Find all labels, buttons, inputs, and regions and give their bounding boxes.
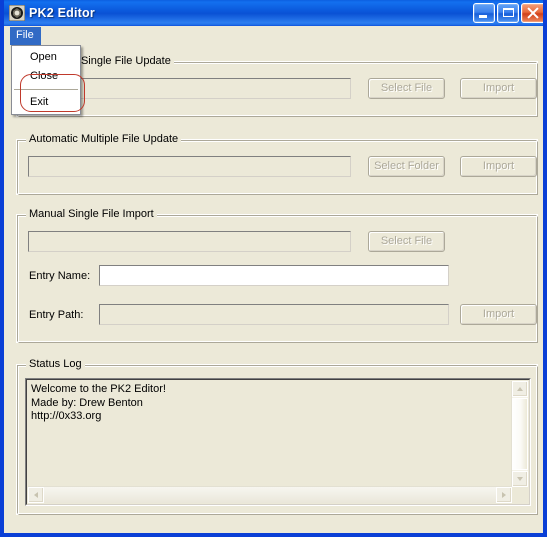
scroll-left-icon[interactable] xyxy=(28,487,44,503)
entry-path-input[interactable] xyxy=(99,304,449,325)
title-bar[interactable]: PK2 Editor xyxy=(4,0,543,26)
scroll-up-icon[interactable] xyxy=(512,381,528,397)
auto-single-select-file-button[interactable]: Select File xyxy=(368,78,445,99)
vertical-scroll-thumb[interactable] xyxy=(512,398,528,470)
scrollbar-corner xyxy=(512,487,528,503)
status-log-textarea[interactable]: Welcome to the PK2 Editor! Made by: Drew… xyxy=(25,378,531,506)
menubar-item-file[interactable]: File xyxy=(10,26,41,45)
menu-separator xyxy=(14,89,78,90)
auto-multiple-import-button[interactable]: Import xyxy=(460,156,537,177)
client-area: Automatic Single File Update Select File… xyxy=(8,45,543,533)
group-automatic-multiple-file-update: Automatic Multiple File Update Select Fo… xyxy=(16,133,538,195)
entry-name-input[interactable] xyxy=(99,265,449,286)
group-automatic-single-file-update: Automatic Single File Update Select File… xyxy=(16,55,538,117)
status-log-content: Welcome to the PK2 Editor! Made by: Drew… xyxy=(31,383,166,422)
manual-file-path-input[interactable] xyxy=(28,231,351,252)
menu-bar: File xyxy=(8,26,543,45)
group-title-automatic-multiple-file-update: Automatic Multiple File Update xyxy=(26,133,182,146)
close-icon[interactable] xyxy=(521,3,543,23)
group-status-log: Status Log Welcome to the PK2 Editor! Ma… xyxy=(16,358,538,515)
file-menu-dropdown: Open Close Exit xyxy=(11,45,85,115)
menu-item-close[interactable]: Close xyxy=(12,67,80,86)
status-log-horizontal-scrollbar[interactable] xyxy=(28,486,512,503)
group-title-status-log: Status Log xyxy=(26,358,85,371)
auto-multiple-select-folder-button[interactable]: Select Folder xyxy=(368,156,445,177)
auto-multiple-path-input[interactable] xyxy=(28,156,351,177)
minimize-icon[interactable] xyxy=(473,3,495,23)
entry-name-label: Entry Name: xyxy=(29,270,91,282)
caption-buttons xyxy=(473,3,543,23)
entry-path-label: Entry Path: xyxy=(29,309,84,321)
status-log-vertical-scrollbar[interactable] xyxy=(511,381,528,487)
manual-select-file-button[interactable]: Select File xyxy=(368,231,445,252)
app-icon xyxy=(8,4,26,22)
scroll-right-icon[interactable] xyxy=(496,487,512,503)
auto-single-import-button[interactable]: Import xyxy=(460,78,537,99)
application-window: PK2 Editor File Automatic Single File Up… xyxy=(0,0,547,537)
menu-item-open[interactable]: Open xyxy=(12,48,80,67)
group-title-manual-single-file-import: Manual Single File Import xyxy=(26,208,157,221)
scroll-down-icon[interactable] xyxy=(512,471,528,487)
window-title: PK2 Editor xyxy=(29,6,95,20)
group-manual-single-file-import: Manual Single File Import Select File En… xyxy=(16,208,538,343)
manual-import-button[interactable]: Import xyxy=(460,304,537,325)
menu-item-exit[interactable]: Exit xyxy=(12,93,80,112)
maximize-icon[interactable] xyxy=(497,3,519,23)
